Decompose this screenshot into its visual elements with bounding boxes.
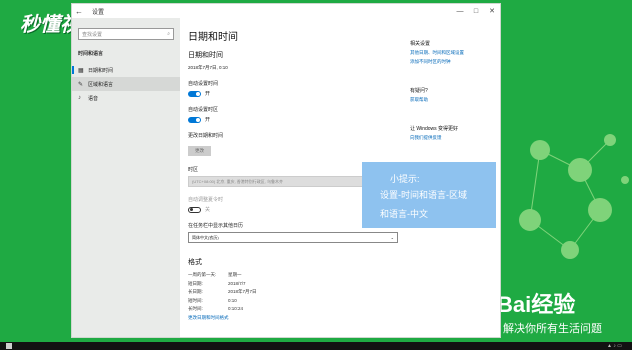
format-row: 短日期: 2018/7/7 <box>188 281 398 287</box>
sidebar-item-date-time[interactable]: ▦ 日期和时间 <box>72 63 180 77</box>
sidebar: 查找设置 ⌕ 时间和语言 ▦ 日期和时间 ✎ 区域和语言 ♪ 语音 <box>72 18 180 337</box>
related-link-regional[interactable]: 其他日期、时间和区域设置 <box>410 50 495 56</box>
tip-overlay: 小提示: 设置-时间和语言-区域 和语言-中文 <box>362 162 496 228</box>
feedback-link[interactable]: 向我们提供反馈 <box>410 135 495 141</box>
search-icon: ⌕ <box>167 31 170 37</box>
format-row: 长日期: 2018年7月7日 <box>188 289 398 295</box>
format-row: 长时间: 0:10:24 <box>188 306 398 312</box>
sidebar-item-label: 语音 <box>88 95 99 102</box>
page-title: 日期和时间 <box>188 32 238 43</box>
change-format-link[interactable]: 更改日期和时间格式 <box>188 315 398 321</box>
taskbar-calendar-value: 简体中文(农历) <box>192 234 219 240</box>
auto-timezone-state: 开 <box>205 117 211 123</box>
calendar-icon: ▦ <box>78 67 84 74</box>
sidebar-item-region-language[interactable]: ✎ 区域和语言 <box>72 77 180 91</box>
back-arrow-icon[interactable]: ← <box>72 7 86 16</box>
get-help-link[interactable]: 获取帮助 <box>410 97 495 103</box>
baidu-slogan: 解决你所有生活问题 <box>503 323 602 335</box>
format-value: 2018/7/7 <box>228 280 246 286</box>
format-row: 短时间: 0:10 <box>188 298 398 304</box>
dst-state: 关 <box>205 207 211 213</box>
format-title: 格式 <box>188 259 202 266</box>
decorative-icon-network <box>519 134 629 259</box>
related-link-clocks[interactable]: 添加不同时区的时钟 <box>410 59 495 65</box>
help-title: 有疑问? <box>410 88 428 94</box>
right-panel: 相关设置 其他日期、时间和区域设置 添加不同时区的时钟 有疑问? 获取帮助 让 … <box>410 18 495 141</box>
auto-timezone-label: 自动设置时区 <box>188 107 219 113</box>
section-title: 日期和时间 <box>188 52 223 59</box>
format-key: 一周的第一天: <box>188 272 217 277</box>
auto-time-label: 自动设置时间 <box>188 81 219 87</box>
auto-time-state: 开 <box>205 91 211 97</box>
format-value: 0:10 <box>228 297 237 303</box>
maximize-button[interactable]: □ <box>468 8 484 15</box>
sidebar-item-speech[interactable]: ♪ 语音 <box>72 91 180 105</box>
search-placeholder: 查找设置 <box>82 31 103 38</box>
sidebar-item-label: 日期和时间 <box>88 67 114 74</box>
format-key: 短时间: <box>188 297 203 303</box>
close-button[interactable]: ✕ <box>484 7 500 15</box>
minimize-button[interactable]: — <box>452 8 468 15</box>
change-datetime-button[interactable]: 更改 <box>188 146 211 156</box>
search-input[interactable]: 查找设置 ⌕ <box>78 28 174 40</box>
format-key: 短日期: <box>188 280 203 286</box>
system-tray-icon[interactable]: ▲ ♪ ▭ <box>607 343 622 349</box>
baidu-jingyan-logo: Bai经验 <box>497 292 576 317</box>
dst-toggle[interactable] <box>188 206 201 213</box>
auto-time-toggle[interactable] <box>188 90 201 97</box>
format-row: 一周的第一天: 星期一 <box>188 272 398 278</box>
sidebar-header: 时间和语言 <box>78 51 104 57</box>
timezone-value: (UTC+08:00) 北京, 重庆, 香港特别行政区, 乌鲁木齐 <box>192 178 284 184</box>
format-key: 长日期: <box>188 289 203 294</box>
tip-line-2: 和语言-中文 <box>380 209 428 219</box>
format-key: 长时间: <box>188 306 203 311</box>
format-value: 2018年7月7日 <box>228 289 257 294</box>
format-list: 一周的第一天: 星期一 短日期: 2018/7/7 长日期: 2018年7月7日 短时… <box>188 272 398 312</box>
current-datetime: 2018年7月7日, 0:10 <box>188 65 228 70</box>
title-bar: ← 设置 — □ ✕ <box>72 4 500 18</box>
format-value: 星期一 <box>228 272 242 277</box>
improve-title: 让 Windows 变得更好 <box>410 126 459 132</box>
window-title: 设置 <box>92 9 105 16</box>
change-datetime-label: 更改日期和时间 <box>188 133 224 139</box>
related-settings-title: 相关设置 <box>410 41 431 47</box>
taskbar-calendar-select[interactable]: 简体中文(农历) ⌄ <box>188 232 398 243</box>
tip-title: 小提示: <box>390 174 420 184</box>
sidebar-item-label: 区域和语言 <box>88 81 114 88</box>
auto-timezone-toggle[interactable] <box>188 116 201 123</box>
chevron-down-icon: ⌄ <box>390 235 394 240</box>
language-icon: ✎ <box>78 81 84 88</box>
format-value: 0:10:24 <box>228 306 244 311</box>
taskbar: ▲ ♪ ▭ <box>0 342 632 350</box>
start-icon[interactable] <box>6 343 12 349</box>
microphone-icon: ♪ <box>78 95 81 101</box>
tip-line-1: 设置-时间和语言-区域 <box>380 190 467 200</box>
